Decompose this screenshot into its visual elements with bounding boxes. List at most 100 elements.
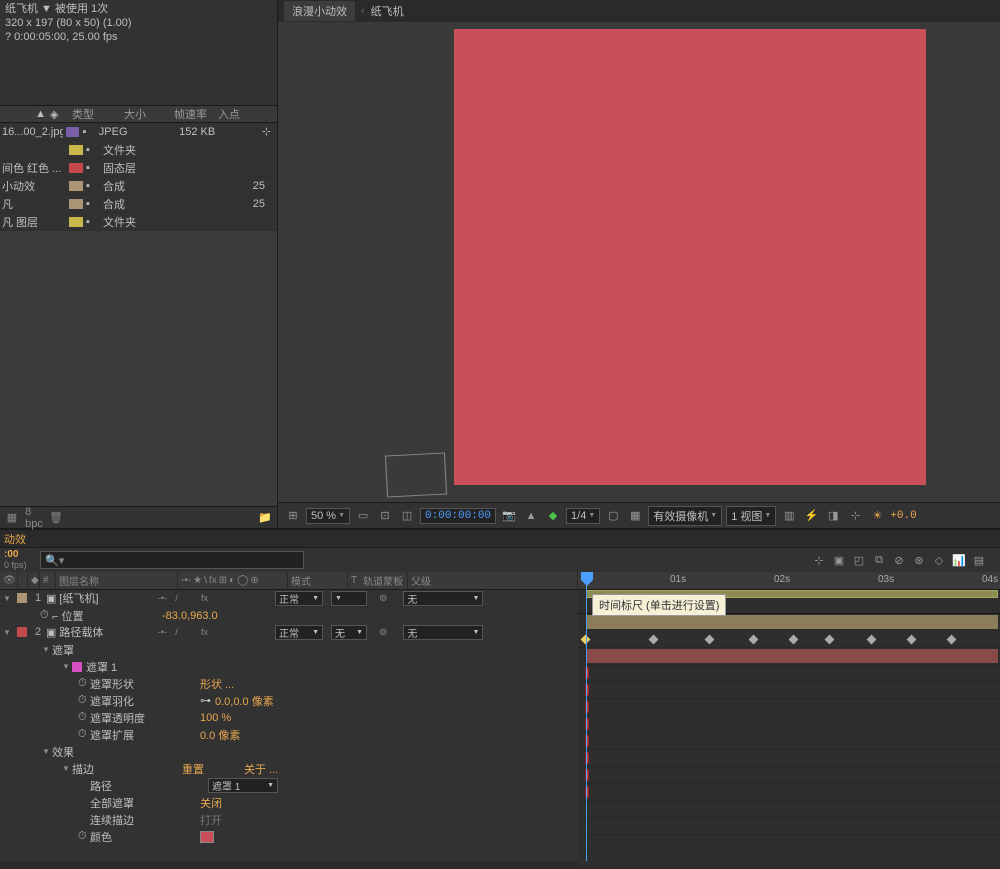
frame-aspect-icon[interactable]: ▭ <box>354 507 372 525</box>
camera-dropdown[interactable]: 有效摄像机▼ <box>648 506 722 526</box>
twirl-icon[interactable]: ▼ <box>40 645 52 654</box>
layer-bar[interactable] <box>586 649 998 663</box>
color-swatch[interactable] <box>200 831 214 843</box>
blend-mode-dropdown[interactable]: 正常▼ <box>275 625 323 640</box>
track-row[interactable] <box>578 784 1000 801</box>
keyframe-icon[interactable] <box>789 635 799 645</box>
track-row[interactable] <box>578 665 1000 682</box>
property-row[interactable]: ⏱ ⌐ 位置 -83.0,963.0 <box>0 607 578 624</box>
keyframe-icon[interactable] <box>947 635 957 645</box>
grid-icon[interactable]: ⊞ <box>284 507 302 525</box>
roi-icon[interactable]: ▢ <box>604 507 622 525</box>
view-layout-dropdown[interactable]: 1 视图▼ <box>726 506 776 526</box>
column-type[interactable]: 类型 <box>68 106 120 122</box>
mask-color[interactable] <box>72 662 82 672</box>
stopwatch-icon[interactable]: ⏱ <box>78 830 90 843</box>
position-value[interactable]: -83.0,963.0 <box>162 610 218 622</box>
comp-flowchart-icon[interactable]: ⊹ <box>810 551 828 569</box>
color-tag[interactable] <box>69 181 83 191</box>
property-value[interactable]: 0.0,0.0 像素 <box>215 693 274 709</box>
frame-blend-icon[interactable]: ⧉ <box>870 551 888 569</box>
column-rate[interactable]: 帧速率 <box>170 106 214 122</box>
safe-zones-icon[interactable]: ⊡ <box>376 507 394 525</box>
column-size[interactable]: 大小 <box>120 106 170 122</box>
color-mgmt-icon[interactable]: ◆ <box>544 507 562 525</box>
fast-preview-icon[interactable]: ⚡ <box>802 507 820 525</box>
hide-shy-icon[interactable]: ◰ <box>850 551 868 569</box>
property-value[interactable]: 100 % <box>200 712 231 724</box>
playhead-line[interactable] <box>586 572 587 861</box>
track-row[interactable] <box>578 801 1000 818</box>
sort-arrow-icon[interactable]: ▲ <box>0 108 50 120</box>
property-row[interactable]: ⏱ 遮罩透明度 100 % <box>0 709 578 726</box>
graph-editor-icon[interactable]: 📊 <box>950 551 968 569</box>
auto-keyframe-icon[interactable]: ◇ <box>930 551 948 569</box>
property-value[interactable]: 打开 <box>200 812 222 828</box>
color-tag[interactable] <box>69 163 83 173</box>
motion-blur-icon[interactable]: ⊘ <box>890 551 908 569</box>
playhead-handle[interactable] <box>581 572 593 586</box>
keyframe-icon[interactable] <box>749 635 759 645</box>
project-row[interactable]: 凡 ▪ 合成 25 <box>0 195 277 213</box>
property-row[interactable]: ⏱ 颜色 <box>0 828 578 845</box>
parent-column[interactable]: 父级 <box>408 572 578 589</box>
stopwatch-icon[interactable]: ⏱ <box>78 728 90 741</box>
timeline-tab[interactable]: 动效 <box>4 531 26 547</box>
color-tag[interactable] <box>69 145 83 155</box>
path-dropdown[interactable]: 遮罩 1▼ <box>208 778 278 793</box>
track-row[interactable] <box>578 631 1000 648</box>
track-row[interactable] <box>578 733 1000 750</box>
link-icon[interactable]: ⊶ <box>200 694 211 707</box>
parent-dropdown[interactable]: 无▼ <box>403 591 483 606</box>
property-row[interactable]: 连续描边 打开 <box>0 811 578 828</box>
property-row[interactable]: ⏱ 遮罩羽化 ⊶0.0,0.0 像素 <box>0 692 578 709</box>
track-row[interactable] <box>578 699 1000 716</box>
reset-link[interactable]: 重置 <box>182 761 204 777</box>
preview-viewport[interactable] <box>278 22 1000 502</box>
property-value[interactable]: 形状 ... <box>200 676 234 692</box>
property-row[interactable]: 路径 遮罩 1▼ <box>0 777 578 794</box>
property-row[interactable]: ⏱ 遮罩形状 形状 ... <box>0 675 578 692</box>
exposure-value[interactable]: +0.0 <box>890 510 916 522</box>
twirl-icon[interactable]: ▼ <box>0 628 14 637</box>
column-inpoint[interactable]: 入点 <box>214 106 244 122</box>
color-tag[interactable] <box>69 217 83 227</box>
track-row[interactable] <box>578 614 1000 631</box>
tag-column[interactable]: ◆ <box>28 572 40 589</box>
flowchart-icon[interactable]: ⊹ <box>262 125 271 138</box>
mode-column[interactable]: 模式 <box>288 572 348 589</box>
brainstorm-icon[interactable]: ⊛ <box>910 551 928 569</box>
property-value[interactable]: 关闭 <box>200 795 222 811</box>
project-row[interactable]: 间色 红色 ... ▪ 固态层 <box>0 159 277 177</box>
layer-search-input[interactable]: 🔍▾ <box>40 551 304 569</box>
twirl-icon[interactable]: ▼ <box>0 594 14 603</box>
flowchart-icon[interactable]: ⊹ <box>846 507 864 525</box>
track-row[interactable] <box>578 818 1000 835</box>
preview-solid-layer[interactable] <box>454 29 926 485</box>
snapshot-icon[interactable]: 📷 <box>500 507 518 525</box>
track-row[interactable] <box>578 852 1000 869</box>
timeline-track-panel[interactable]: 01s 02s 03s 04s 时间标尺 (单击进行设置) <box>578 572 1000 861</box>
time-ruler[interactable]: 01s 02s 03s 04s 时间标尺 (单击进行设置) <box>578 572 1000 614</box>
preview-layer-wireframe[interactable] <box>385 452 447 497</box>
property-value[interactable]: 0.0 像素 <box>200 727 240 743</box>
mask-vis-icon[interactable]: ◫ <box>398 507 416 525</box>
channel-icon[interactable]: ▲ <box>522 507 540 525</box>
project-row[interactable]: 凡 图层 ▪ 文件夹 <box>0 213 277 231</box>
keyframe-icon[interactable] <box>705 635 715 645</box>
track-row[interactable] <box>578 767 1000 784</box>
zoom-dropdown[interactable]: 50 %▼ <box>306 508 350 524</box>
exposure-reset-icon[interactable]: ☀ <box>868 507 886 525</box>
color-tag[interactable] <box>69 199 83 209</box>
view-thumb-icon[interactable]: ▦ <box>4 510 20 526</box>
current-time[interactable]: :00 0 fps) <box>0 549 36 571</box>
keyframe-icon[interactable] <box>825 635 835 645</box>
draft3d-icon[interactable]: ▣ <box>830 551 848 569</box>
color-tag[interactable] <box>66 127 79 137</box>
property-row[interactable]: ⏱ 遮罩扩展 0.0 像素 <box>0 726 578 743</box>
layer-row[interactable]: ▼ 1 ▣[纸飞机] -•-/fx 正常▼ ▼ ⊚ 无▼ <box>0 590 578 607</box>
bpc-button[interactable]: 8 bpc <box>26 510 42 526</box>
transparency-grid-icon[interactable]: ▦ <box>626 507 644 525</box>
track-row[interactable] <box>578 648 1000 665</box>
resolution-dropdown[interactable]: 1/4▼ <box>566 508 600 524</box>
